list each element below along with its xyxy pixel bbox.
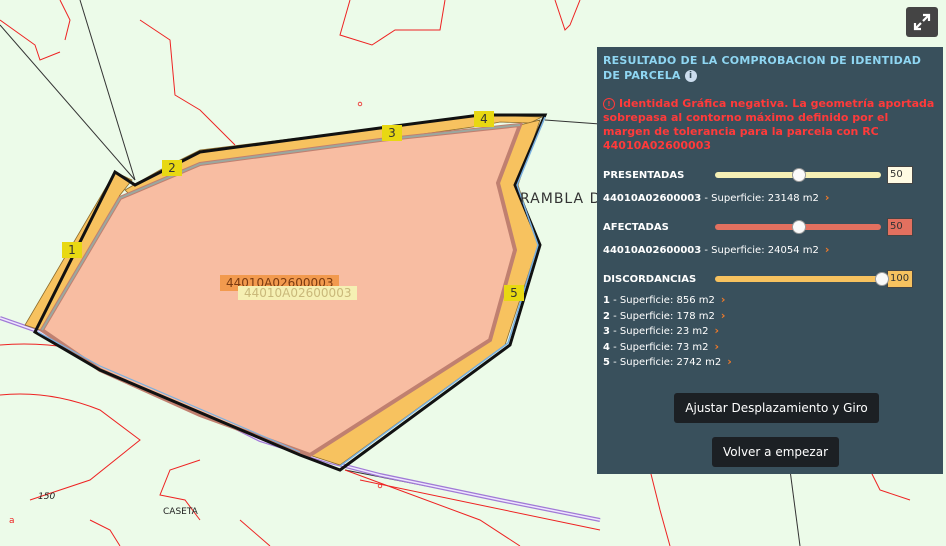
list-item: 4 - Superficie: 73 m2 › bbox=[603, 340, 937, 356]
error-text: Identidad Gráfica negativa. La geometría… bbox=[603, 97, 935, 152]
item-text: - Superficie: 2742 m2 bbox=[609, 357, 722, 368]
presentadas-item: 44010A02600003 - Superficie: 23148 m2 › bbox=[603, 191, 937, 205]
item-text: - Superficie: 73 m2 bbox=[609, 341, 709, 353]
item-text: - Superficie: 856 m2 bbox=[609, 295, 715, 306]
afectadas-row: AFECTADAS 50 bbox=[603, 217, 937, 237]
chevron-right-icon[interactable]: › bbox=[727, 355, 732, 368]
item-number: 5 bbox=[603, 357, 610, 368]
panel-title: RESULTADO DE LA COMPROBACION DE IDENTIDA… bbox=[603, 53, 937, 83]
place-label: RAMBLA D bbox=[520, 191, 602, 207]
presentadas-row: PRESENTADAS 50 bbox=[603, 165, 937, 185]
presentadas-slider-knob[interactable] bbox=[792, 168, 806, 182]
expand-button[interactable] bbox=[906, 7, 938, 37]
vertex-label-3: 3 bbox=[382, 125, 402, 141]
afectadas-item: 44010A02600003 - Superficie: 24054 m2 › bbox=[603, 243, 937, 257]
afectadas-label: AFECTADAS bbox=[603, 221, 669, 233]
panel-title-line1: RESULTADO DE LA COMPROBACION DE IDENTIDA… bbox=[603, 54, 922, 67]
chevron-right-icon[interactable]: › bbox=[721, 309, 726, 322]
discordancias-slider[interactable] bbox=[715, 272, 889, 286]
chevron-right-icon[interactable]: › bbox=[721, 293, 726, 306]
item-number: 2 bbox=[603, 310, 610, 322]
afectadas-value[interactable]: 50 bbox=[887, 218, 913, 236]
discordancias-label: DISCORDANCIAS bbox=[603, 273, 697, 285]
presentadas-slider[interactable] bbox=[715, 168, 881, 182]
vertex-label-5: 5 bbox=[504, 285, 524, 301]
chevron-right-icon[interactable]: › bbox=[715, 324, 720, 337]
elevation-label: 150 bbox=[38, 492, 56, 502]
list-item: 2 - Superficie: 178 m2 › bbox=[603, 309, 937, 325]
info-icon[interactable]: i bbox=[684, 70, 697, 82]
presentadas-item-code: 44010A02600003 bbox=[603, 193, 702, 204]
chevron-right-icon[interactable]: › bbox=[715, 340, 720, 353]
afectadas-slider[interactable] bbox=[715, 220, 881, 234]
item-number: 1 bbox=[603, 295, 610, 306]
adjust-button[interactable]: Ajustar Desplazamiento y Giro bbox=[674, 393, 879, 423]
vertex-label-1: 1 bbox=[62, 242, 82, 258]
panel-title-line2: DE PARCELA bbox=[603, 69, 681, 82]
parcel-label-secondary: 44010A02600003 bbox=[238, 286, 358, 300]
item-text: - Superficie: 23 m2 bbox=[609, 326, 709, 337]
discordancias-slider-knob[interactable] bbox=[875, 272, 889, 286]
vertex-label-4: 4 bbox=[474, 111, 494, 127]
list-item: 5 - Superficie: 2742 m2 › bbox=[603, 355, 937, 371]
chevron-right-icon[interactable]: › bbox=[825, 191, 830, 204]
list-item: 1 - Superficie: 856 m2 › bbox=[603, 293, 937, 309]
vertex-label-2: 2 bbox=[162, 160, 182, 176]
afectadas-item-text: - Superficie: 24054 m2 bbox=[701, 245, 819, 256]
building-label: CASETA bbox=[163, 507, 198, 517]
afectadas-item-code: 44010A02600003 bbox=[603, 245, 702, 256]
chevron-right-icon[interactable]: › bbox=[825, 243, 830, 256]
map-letter: a bbox=[9, 516, 15, 526]
presentadas-value[interactable]: 50 bbox=[887, 166, 913, 184]
error-icon: ! bbox=[603, 98, 615, 110]
restart-button[interactable]: Volver a empezar bbox=[712, 437, 839, 467]
discordancias-row: DISCORDANCIAS 100 bbox=[603, 269, 937, 289]
presentadas-label: PRESENTADAS bbox=[603, 169, 685, 181]
discordancias-list: 1 - Superficie: 856 m2 › 2 - Superficie: … bbox=[603, 293, 937, 371]
discordancias-value[interactable]: 100 bbox=[887, 270, 913, 288]
item-number: 3 bbox=[603, 326, 610, 337]
presentadas-item-text: - Superficie: 23148 m2 bbox=[701, 193, 819, 204]
error-message: ! Identidad Gráfica negativa. La geometrí… bbox=[603, 97, 937, 153]
item-text: - Superficie: 178 m2 bbox=[609, 310, 715, 322]
list-item: 3 - Superficie: 23 m2 › bbox=[603, 324, 937, 340]
expand-icon bbox=[913, 13, 931, 31]
afectadas-slider-knob[interactable] bbox=[792, 220, 806, 234]
item-number: 4 bbox=[603, 341, 610, 353]
